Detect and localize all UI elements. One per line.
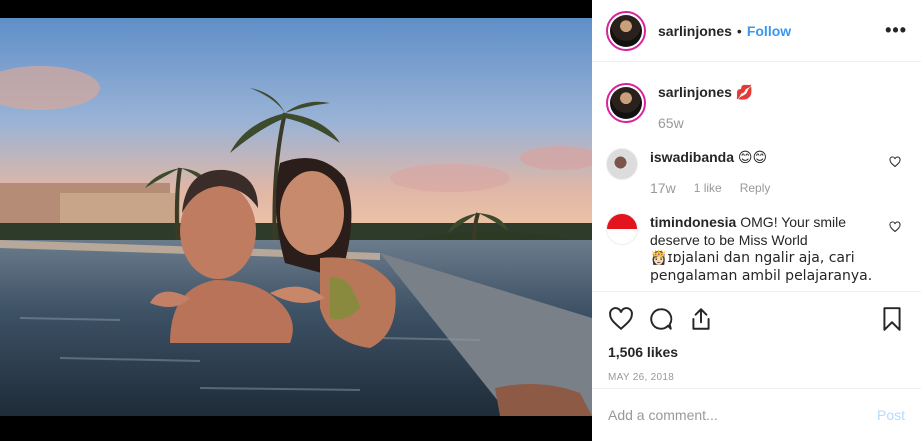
commenter-username[interactable]: iswadibanda [650, 149, 734, 165]
caption: sarlinjones 💋 65w [606, 83, 907, 132]
likes-count[interactable]: 1,506 likes [608, 344, 905, 360]
more-icon[interactable]: ••• [885, 20, 907, 41]
comment-like-heart-icon[interactable] [889, 221, 901, 233]
caption-username[interactable]: sarlinjones [658, 84, 732, 100]
follow-button[interactable]: Follow [747, 23, 791, 39]
heart-icon[interactable] [608, 306, 634, 332]
add-comment-input[interactable] [608, 407, 877, 423]
commenter-avatar[interactable] [606, 148, 638, 180]
separator-dot: • [736, 22, 742, 39]
author-avatar[interactable] [606, 10, 646, 51]
comment-item: iswadibanda 😊😊 17w 1 like Reply [606, 148, 907, 197]
post-header: sarlinjones • Follow ••• [592, 0, 921, 62]
comment-likes[interactable]: 1 like [694, 179, 722, 197]
caption-text: 💋 [735, 85, 754, 101]
share-icon[interactable] [688, 306, 714, 332]
post-comment-button[interactable]: Post [877, 407, 905, 423]
comment-text-continued: 👸🏻ɪɒjalani dan ngalir aja, cari pengalam… [650, 250, 873, 284]
comment-icon[interactable] [648, 306, 674, 332]
comments-list[interactable]: sarlinjones 💋 65w iswadibanda 😊😊 17w 1 l… [592, 63, 921, 290]
caption-avatar[interactable] [606, 83, 646, 123]
commenter-avatar[interactable] [606, 213, 638, 245]
post-actions: 1,506 likes MAY 26, 2018 [592, 291, 921, 383]
add-comment-bar: Post [592, 388, 921, 441]
author-username[interactable]: sarlinjones [658, 23, 732, 39]
reply-button[interactable]: Reply [740, 179, 771, 197]
bookmark-icon[interactable] [879, 306, 905, 332]
post-photo[interactable] [0, 18, 592, 416]
commenter-username[interactable]: timindonesia [650, 214, 736, 230]
comment-time[interactable]: 17w [650, 179, 676, 197]
comment-item: timindonesia OMG! Your smile deserve to … [606, 213, 907, 285]
comment-text: 😊😊 [737, 150, 768, 166]
caption-time[interactable]: 65w [658, 114, 684, 132]
post-date[interactable]: MAY 26, 2018 [608, 372, 905, 383]
post-side-panel: sarlinjones • Follow ••• sarlinjones 💋 6… [592, 0, 921, 441]
comment-like-heart-icon[interactable] [889, 156, 901, 168]
